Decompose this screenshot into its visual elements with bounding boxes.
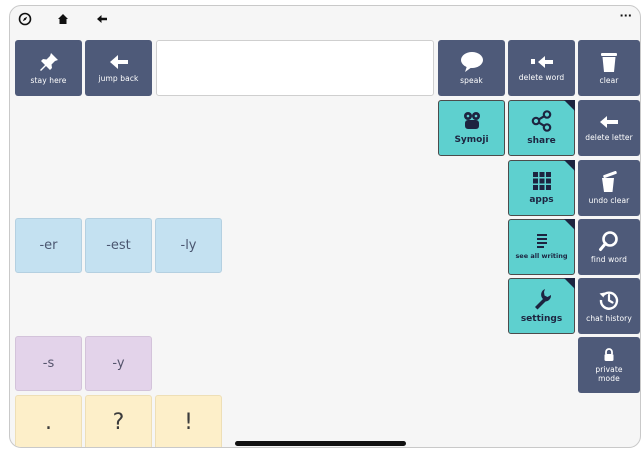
punctuation-tile[interactable]: ? [85, 395, 152, 447]
chat-history-label: chat history [586, 314, 632, 323]
undo-clear-label: undo clear [588, 196, 630, 205]
compass-icon[interactable] [16, 10, 34, 28]
find-word-label: find word [591, 255, 627, 264]
suffix-tile[interactable]: -s [15, 336, 82, 391]
home-indicator[interactable] [235, 441, 406, 446]
symoji-button[interactable]: Symoji [438, 100, 505, 156]
trash-icon [600, 51, 618, 73]
delete-word-icon [529, 54, 555, 70]
app-window: ··· stay here jump back speak delete wor… [9, 5, 641, 448]
delete-word-label: delete word [518, 73, 565, 82]
see-all-writing-button[interactable]: see all writing [508, 219, 575, 275]
speak-button[interactable]: speak [438, 40, 505, 96]
chat-history-button[interactable]: chat history [578, 278, 640, 334]
home-icon[interactable] [54, 10, 72, 28]
folder-corner-marker [564, 278, 575, 289]
folder-corner-marker [564, 219, 575, 230]
more-menu-icon[interactable]: ··· [619, 9, 632, 22]
stay-here-button[interactable]: stay here [15, 40, 82, 96]
left-arrow-icon [598, 114, 620, 130]
suffix-tile[interactable]: -er [15, 218, 82, 273]
delete-letter-label: delete letter [585, 133, 633, 142]
share-button[interactable]: share [508, 100, 575, 156]
private-mode-button[interactable]: private mode [578, 337, 640, 393]
wrench-icon [532, 288, 552, 310]
suffix-tile[interactable]: -y [85, 336, 152, 391]
share-icon [531, 110, 553, 132]
lock-icon [603, 347, 615, 362]
suffix-tile[interactable]: -est [85, 218, 152, 273]
suffix-tile[interactable]: -ly [155, 218, 222, 273]
jump-back-button[interactable]: jump back [85, 40, 152, 96]
delete-letter-button[interactable]: delete letter [578, 100, 640, 156]
undo-trash-icon [598, 171, 620, 193]
pin-icon [38, 51, 60, 73]
magnifier-icon [598, 230, 620, 252]
speak-label: speak [460, 76, 483, 85]
punctuation-tile[interactable]: . [15, 395, 82, 447]
apps-label: apps [529, 195, 554, 205]
find-word-button[interactable]: find word [578, 219, 640, 275]
punctuation-tile[interactable]: ! [155, 395, 222, 447]
jump-back-label: jump back [98, 74, 139, 83]
settings-label: settings [520, 314, 563, 324]
history-icon [598, 289, 620, 311]
see-all-writing-label: see all writing [515, 252, 568, 261]
speech-bubble-icon [459, 51, 485, 73]
apps-grid-icon [532, 171, 552, 191]
stay-here-label: stay here [30, 76, 67, 85]
private-mode-label: private mode [595, 364, 623, 383]
folder-corner-marker [564, 160, 575, 171]
clear-button[interactable]: clear [578, 40, 640, 96]
back-arrow-icon[interactable] [93, 10, 111, 28]
symoji-face-icon [462, 111, 482, 131]
delete-word-button[interactable]: delete word [508, 40, 575, 96]
clear-label: clear [599, 76, 619, 85]
folder-corner-marker [564, 100, 575, 111]
undo-clear-button[interactable]: undo clear [578, 160, 640, 216]
settings-button[interactable]: settings [508, 278, 575, 334]
message-bar[interactable] [156, 40, 434, 96]
symoji-label: Symoji [454, 135, 489, 145]
share-label: share [527, 136, 556, 146]
left-arrow-icon [108, 53, 130, 71]
document-lines-icon [535, 233, 549, 249]
apps-button[interactable]: apps [508, 160, 575, 216]
